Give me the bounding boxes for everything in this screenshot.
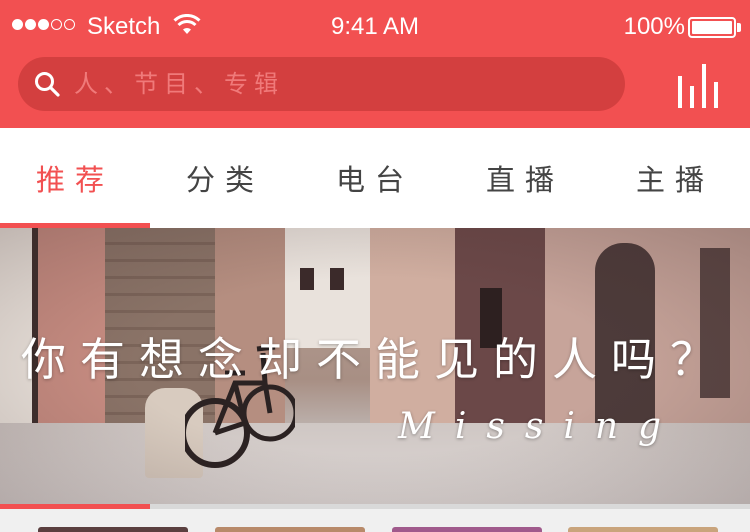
search-input[interactable]	[74, 57, 604, 111]
battery-percentage: 100%	[623, 13, 685, 40]
banner-carousel[interactable]: 你有想念却不能见的人吗？ Missing	[0, 228, 750, 504]
tab-categories[interactable]: 分类	[150, 128, 300, 228]
banner-title: 你有想念却不能见的人吗？	[20, 333, 729, 386]
bar-chart-icon[interactable]	[676, 62, 722, 108]
card-thumbnail[interactable]	[215, 527, 365, 532]
search-icon	[34, 71, 60, 101]
card-thumbnail[interactable]	[568, 527, 718, 532]
card-thumbnail[interactable]	[392, 527, 542, 532]
search-bar[interactable]	[18, 57, 625, 111]
battery-icon	[688, 17, 736, 38]
status-bar: Sketch 9:41 AM 100%	[0, 0, 750, 56]
card-thumbnail[interactable]	[38, 527, 188, 532]
content-cards-peek	[0, 509, 750, 532]
banner-script-text: Missing	[398, 406, 682, 447]
battery-cap	[737, 23, 741, 32]
tab-radio[interactable]: 电台	[300, 128, 450, 228]
tab-live[interactable]: 直播	[450, 128, 600, 228]
tab-anchors[interactable]: 主播	[600, 128, 750, 228]
tab-recommend[interactable]: 推荐	[0, 128, 150, 228]
app-header: Sketch 9:41 AM 100%	[0, 0, 750, 128]
category-tabs: 推荐 分类 电台 直播 主播	[0, 128, 750, 228]
